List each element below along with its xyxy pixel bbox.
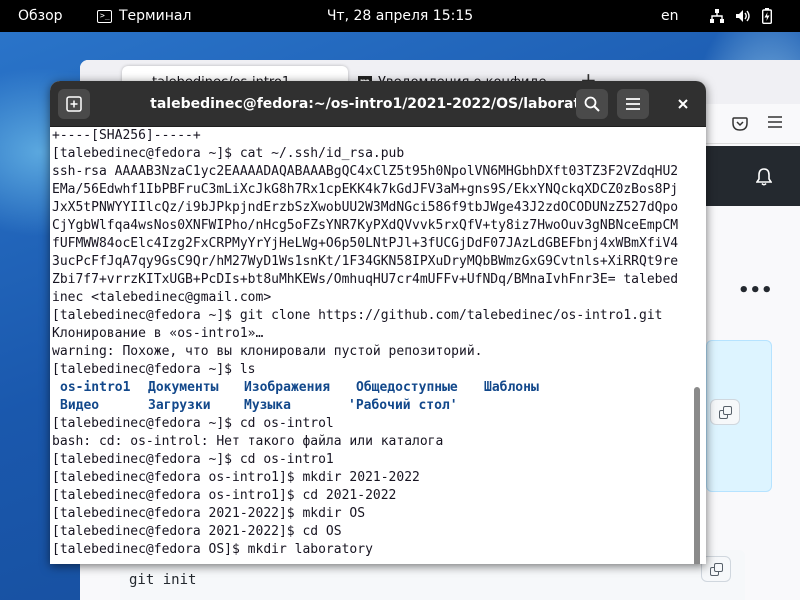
terminal-line: [talebedinec@fedora os-intro1]$ cd 2021-… bbox=[52, 488, 397, 503]
terminal-line: [talebedinec@fedora ~]$ git clone https:… bbox=[52, 308, 663, 323]
top-bar: Обзор >_ Терминал Чт, 28 апреля 15:15 en bbox=[0, 0, 800, 32]
terminal-headerbar: talebedinec@fedora:~/os-intro1/2021-2022… bbox=[50, 81, 706, 127]
ls-entry: Изображения bbox=[244, 380, 331, 395]
terminal-line: [talebedinec@fedora 2021-2022]$ cd OS bbox=[52, 524, 342, 539]
keyboard-layout-button[interactable]: en bbox=[661, 0, 679, 32]
terminal-line: JxX5tPNWYYIIlcQz/i9bJPkpjndErzbSzXwobUU2… bbox=[52, 200, 679, 215]
new-tab-button[interactable] bbox=[58, 89, 90, 119]
terminal-line: fUFMWW84ocElc4Izg2FxCRPMyYrYjHeLWg+O6p50… bbox=[52, 236, 679, 251]
terminal-window: talebedinec@fedora:~/os-intro1/2021-2022… bbox=[50, 81, 706, 564]
terminal-line: bash: cd: os-introl: Нет такого файла ил… bbox=[52, 434, 444, 449]
terminal-line: ssh-rsa AAAAB3NzaC1yc2EAAAADAQABAAABgQC4… bbox=[52, 164, 679, 179]
pocket-icon[interactable] bbox=[732, 116, 748, 132]
ls-entry: os-intro1 bbox=[60, 380, 131, 395]
app-menu-label: Терминал bbox=[119, 8, 192, 24]
volume-icon bbox=[736, 10, 750, 22]
network-icon bbox=[710, 9, 724, 23]
terminal-line: [talebedinec@fedora OS]$ mkdir laborator… bbox=[52, 542, 373, 557]
search-button[interactable] bbox=[576, 89, 608, 119]
close-icon bbox=[678, 99, 688, 109]
ls-output-row: os-intro1 Документы Изображения Общедост… bbox=[52, 379, 706, 397]
terminal-line: [talebedinec@fedora ~]$ cd os-intro1 bbox=[52, 452, 334, 467]
ls-entry: Музыка bbox=[244, 398, 291, 413]
ls-entry: Шаблоны bbox=[484, 380, 539, 395]
menu-button[interactable] bbox=[617, 89, 649, 119]
terminal-output[interactable]: +----[SHA256]-----+ [talebedinec@fedora … bbox=[50, 127, 706, 564]
notifications-bell-icon[interactable] bbox=[756, 168, 772, 186]
ls-entry: Документы bbox=[148, 380, 219, 395]
system-status-area[interactable] bbox=[710, 0, 772, 32]
terminal-line: [talebedinec@fedora ~]$ cat ~/.ssh/id_rs… bbox=[52, 146, 405, 161]
search-icon bbox=[584, 96, 600, 112]
terminal-line: [talebedinec@fedora os-intro1]$ mkdir 20… bbox=[52, 470, 420, 485]
terminal-line: warning: Похоже, что вы клонировали пуст… bbox=[52, 344, 483, 359]
ls-entry: Видео bbox=[60, 398, 100, 413]
app-menu-button[interactable]: >_ Терминал bbox=[97, 0, 191, 32]
terminal-line: CjYgbWlfqa4wsNos0XNFWIPho/nHcg5oFZsYNR7K… bbox=[52, 218, 679, 233]
activities-button[interactable]: Обзор bbox=[18, 0, 63, 32]
clock-button[interactable]: Чт, 28 апреля 15:15 bbox=[327, 8, 473, 24]
browser-menu-icon[interactable] bbox=[768, 116, 782, 128]
terminal-line: Клонирование в «os-intro1»… bbox=[52, 326, 264, 341]
terminal-line: EMa/56Edwhf1IbPBFruC3mLiXcJkG8h7Rx1cpEKK… bbox=[52, 182, 679, 197]
hamburger-menu-icon bbox=[626, 98, 640, 110]
battery-icon bbox=[762, 8, 772, 24]
terminal-line: [talebedinec@fedora ~]$ cd os-introl bbox=[52, 416, 334, 431]
code-line: git init bbox=[129, 572, 197, 588]
ls-entry: 'Рабочий стол' bbox=[348, 398, 458, 413]
terminal-line: [talebedinec@fedora ~]$ ls bbox=[52, 362, 256, 377]
terminal-line: [talebedinec@fedora 2021-2022]$ mkdir OS bbox=[52, 506, 366, 521]
terminal-line: inec <talebedinec@gmail.com> bbox=[52, 290, 272, 305]
ls-entry: Загрузки bbox=[148, 398, 211, 413]
copy-url-button[interactable] bbox=[710, 399, 740, 425]
more-options-icon[interactable]: ••• bbox=[738, 280, 773, 301]
terminal-line: 3ucPcFfJqA7qy9GsC9Qr/hM27WyD1Ws1snKt/1F3… bbox=[52, 254, 679, 269]
ls-output-row: Видео Загрузки Музыка 'Рабочий стол' bbox=[52, 397, 706, 415]
terminal-line: +----[SHA256]-----+ bbox=[52, 128, 201, 143]
terminal-line: Zbi7f7+vrrzKITxUGB+PcDIs+bt8uMhKEWs/Omhu… bbox=[52, 272, 679, 287]
terminal-icon: >_ bbox=[97, 9, 112, 23]
close-button[interactable] bbox=[667, 89, 699, 119]
ls-entry: Общедоступные bbox=[356, 380, 458, 395]
terminal-scrollbar[interactable] bbox=[694, 387, 700, 564]
plus-icon bbox=[66, 96, 82, 112]
